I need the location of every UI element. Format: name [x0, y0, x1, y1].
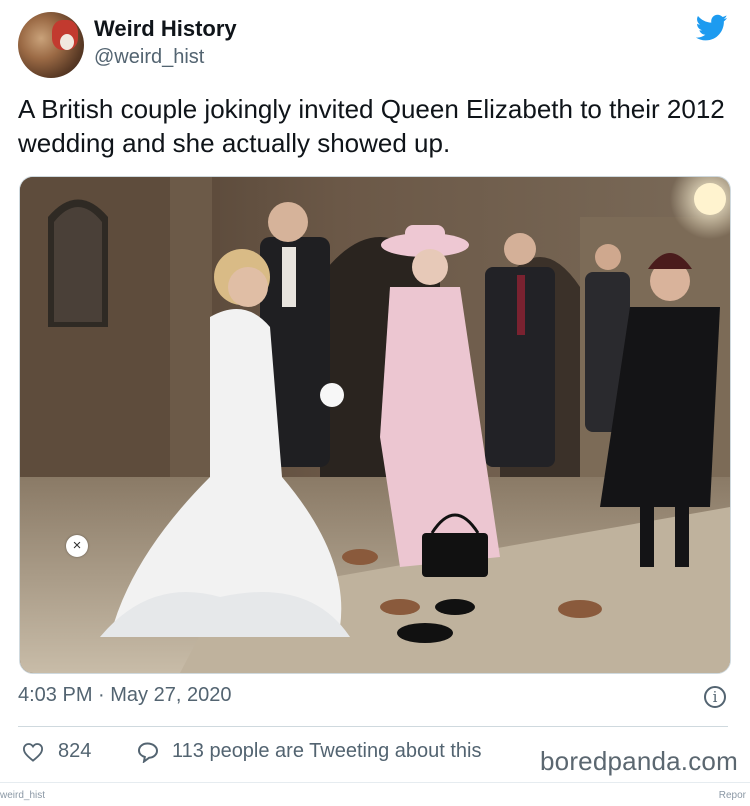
footer-report[interactable]: Repor: [719, 790, 746, 801]
avatar-face: [60, 34, 74, 50]
avatar[interactable]: [18, 12, 84, 78]
tweeting-about-text: 113 people are Tweeting about this: [172, 740, 482, 762]
twitter-bird-icon[interactable]: [696, 14, 728, 42]
tweet-text: A British couple jokingly invited Queen …: [18, 94, 725, 158]
tweet-timestamp[interactable]: 4:03 PM · May 27, 2020: [18, 684, 231, 707]
like-button[interactable]: 824: [22, 740, 91, 763]
close-icon[interactable]: ×: [66, 535, 88, 557]
tweet-photo[interactable]: ×: [19, 176, 731, 674]
account-handle[interactable]: @weird_hist: [94, 46, 204, 69]
tweeting-about-link[interactable]: 113 people are Tweeting about this: [136, 740, 482, 763]
info-icon[interactable]: i: [704, 686, 726, 708]
reply-bubble-icon: [137, 741, 159, 763]
wedding-photo-illustration: [20, 177, 730, 673]
like-count: 824: [58, 740, 92, 762]
footer-handle: weird_hist: [0, 790, 46, 801]
account-name[interactable]: Weird History: [94, 16, 237, 42]
watermark: boredpanda.com: [540, 746, 738, 776]
footer-divider: [0, 782, 750, 783]
divider: [18, 726, 728, 727]
heart-icon: [22, 742, 44, 762]
